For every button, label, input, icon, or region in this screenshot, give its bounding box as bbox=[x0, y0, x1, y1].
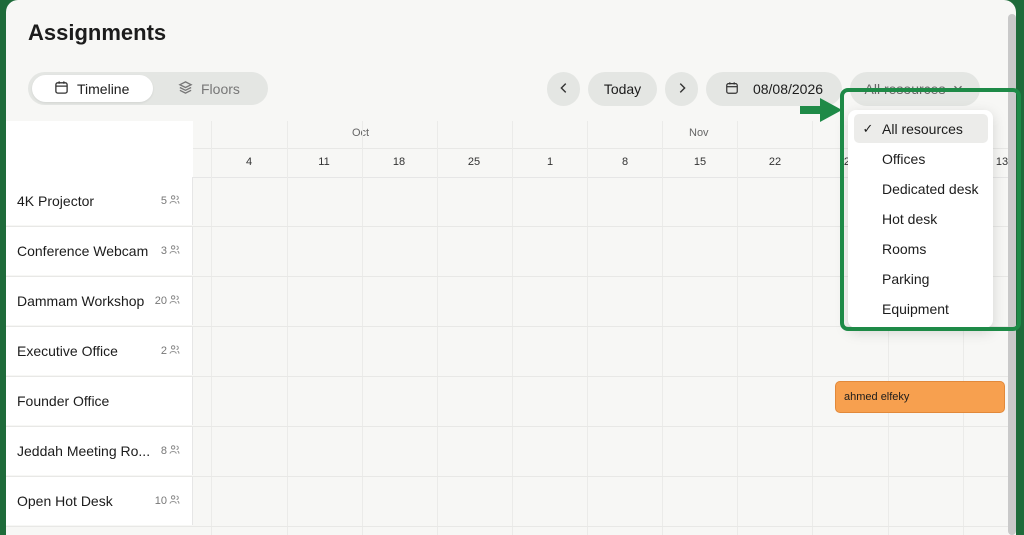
booking-block[interactable]: ahmed elfeky bbox=[835, 381, 1005, 413]
resource-name: Dammam Workshop bbox=[17, 293, 145, 309]
capacity: 3 bbox=[157, 244, 192, 258]
people-icon bbox=[169, 244, 180, 258]
month-label: Oct bbox=[352, 127, 370, 139]
day-label: 8 bbox=[621, 156, 629, 168]
date-value: 08/08/2026 bbox=[752, 81, 824, 97]
view-toggle: Timeline Floors bbox=[28, 72, 268, 105]
table-row[interactable]: Executive Office 2 bbox=[6, 327, 1016, 377]
resource-label[interactable]: Conference Webcam 3 bbox=[6, 227, 193, 275]
tab-timeline[interactable]: Timeline bbox=[32, 75, 153, 102]
next-button[interactable] bbox=[665, 72, 698, 106]
people-icon bbox=[169, 344, 180, 358]
day-label: 22 bbox=[768, 156, 782, 168]
tab-floors[interactable]: Floors bbox=[156, 75, 266, 102]
arrow-right-icon bbox=[800, 98, 844, 127]
capacity: 8 bbox=[157, 444, 192, 458]
resource-name: Executive Office bbox=[17, 343, 118, 359]
highlight-box bbox=[840, 88, 1021, 331]
resource-name: Jeddah Meeting Ro... bbox=[17, 443, 151, 459]
resource-label[interactable]: Dammam Workshop 20 bbox=[6, 277, 193, 325]
resource-name: Open Hot Desk bbox=[17, 493, 113, 509]
capacity: 20 bbox=[151, 294, 192, 308]
resource-label[interactable]: Jeddah Meeting Ro... 8 bbox=[6, 427, 193, 475]
calendar-icon bbox=[725, 81, 739, 98]
layers-icon bbox=[178, 80, 193, 98]
resource-label[interactable]: 4K Projector 5 bbox=[6, 177, 193, 225]
table-row[interactable]: Open Hot Desk 10 bbox=[6, 477, 1016, 527]
resource-label[interactable]: Open Hot Desk 10 bbox=[6, 477, 193, 525]
table-row[interactable]: Jeddah Meeting Ro... 8 bbox=[6, 427, 1016, 477]
people-icon bbox=[169, 194, 180, 208]
month-label: Nov bbox=[689, 127, 709, 139]
capacity: 5 bbox=[157, 194, 192, 208]
day-label: 18 bbox=[392, 156, 406, 168]
day-label: 1 bbox=[546, 156, 554, 168]
resource-label[interactable]: Executive Office 2 bbox=[6, 327, 193, 375]
page-title: Assignments bbox=[28, 20, 167, 45]
tab-timeline-label: Timeline bbox=[77, 80, 130, 97]
capacity: 10 bbox=[151, 494, 192, 508]
people-icon bbox=[169, 444, 180, 458]
people-icon bbox=[169, 494, 180, 508]
people-icon bbox=[169, 294, 180, 308]
day-label: 11 bbox=[318, 156, 330, 168]
day-label: 25 bbox=[467, 156, 481, 168]
tab-floors-label: Floors bbox=[201, 80, 240, 97]
resource-name: Founder Office bbox=[17, 393, 110, 409]
chevron-left-icon bbox=[557, 81, 571, 98]
day-label: 4 bbox=[245, 156, 253, 168]
prev-button[interactable] bbox=[547, 72, 580, 106]
resource-label[interactable]: Founder Office bbox=[6, 377, 193, 425]
calendar-icon bbox=[54, 80, 69, 98]
chevron-right-icon bbox=[675, 81, 689, 98]
resource-column-header bbox=[6, 121, 194, 178]
resource-name: 4K Projector bbox=[17, 193, 95, 209]
day-label: 15 bbox=[693, 156, 707, 168]
resource-name: Conference Webcam bbox=[17, 243, 149, 259]
capacity: 2 bbox=[157, 344, 192, 358]
today-button[interactable]: Today bbox=[588, 72, 657, 106]
